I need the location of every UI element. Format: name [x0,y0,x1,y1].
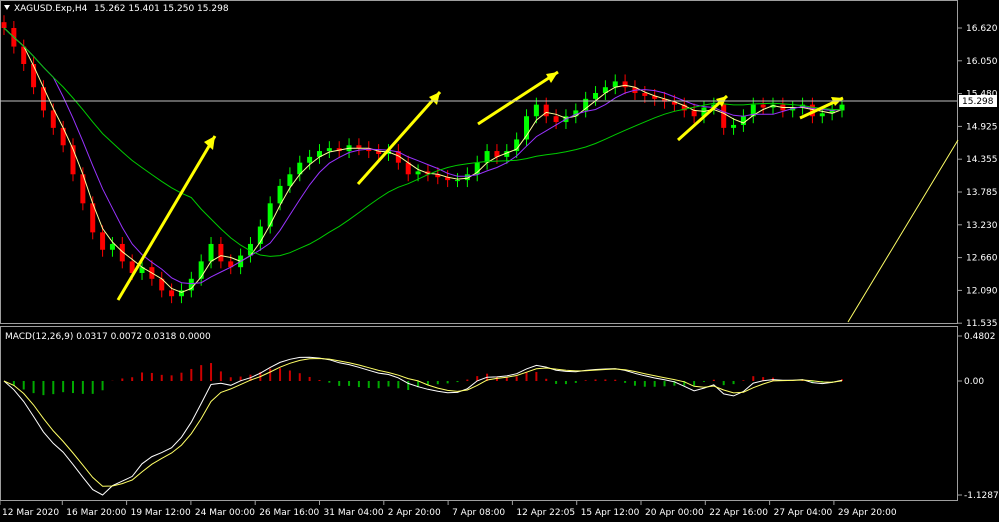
candle-body [218,243,224,262]
moving-averages [3,27,843,293]
macd-main-line [3,356,843,496]
candle-body [642,93,648,96]
candle-body [169,290,175,297]
price-tick: 11.535 [966,319,998,329]
price-axis[interactable]: 16.62016.05015.48014.92514.35513.78513.2… [958,24,998,329]
price-tick: 14.925 [966,122,998,132]
candle-body [100,232,106,250]
candle-body [326,148,332,152]
price-tick: 13.785 [966,188,998,198]
price-tick: 12.090 [966,286,998,296]
time-label: 31 Mar 04:00 [324,508,384,518]
ohlc-values: 15.262 15.401 15.250 15.298 [94,4,229,14]
time-label: 7 Apr 08:00 [452,508,505,518]
candle-body [721,104,727,128]
price-chart[interactable]: XAGUSD.Exp,H4 15.262 15.401 15.250 15.29… [0,0,999,522]
candle-body [543,104,549,117]
ma-slow-line [3,27,843,257]
time-label: 15 Apr 12:00 [581,508,640,518]
macd-tick: -1.1287 [964,491,999,501]
candle-body [819,113,825,117]
candle-body [307,156,313,163]
candle-body [593,93,599,99]
candle-body [691,110,697,117]
trendline-drawing[interactable] [847,139,959,323]
symbol-label: XAGUSD.Exp,H4 [14,4,88,14]
candle-body [553,116,559,123]
candle-body [287,174,293,186]
time-label: 20 Apr 00:00 [645,508,704,518]
macd-histogram [12,363,843,396]
candle-body [31,63,37,88]
time-label: 26 Mar 16:00 [259,508,319,518]
candle-body [455,180,461,182]
candle-body [277,185,283,204]
current-price-label: 15.298 [962,97,994,107]
candle-body [760,104,766,108]
time-label: 22 Apr 16:00 [709,508,768,518]
macd-tick: 0.00 [964,377,984,387]
price-tick: 13.230 [966,221,998,231]
ma-medium-line [3,27,843,285]
price-tick: 16.050 [966,57,998,67]
macd-panel-border [0,326,958,501]
time-label: 29 Apr 20:00 [838,508,897,518]
candle-body [533,104,539,117]
candle-body [50,110,56,128]
candle-body [1,22,7,28]
collapse-triangle-icon[interactable] [4,5,10,10]
time-label: 27 Apr 04:00 [774,508,833,518]
candle-body [415,171,421,175]
macd-signal-line [3,357,843,487]
macd-tick: 0.4802 [964,332,996,342]
candles [1,15,845,304]
candle-body [267,203,273,227]
price-tick: 14.355 [966,155,998,165]
macd-label: MACD(12,26,9) 0.0317 0.0072 0.0318 0.000… [5,332,211,342]
time-label: 12 Apr 22:05 [516,508,575,518]
price-tick: 12.660 [966,254,998,264]
price-tick: 16.620 [966,24,998,34]
candle-body [612,81,618,88]
ma-fast-line [3,27,843,293]
trend-arrows [116,70,844,301]
candle-body [740,116,746,125]
time-label: 16 Mar 20:00 [66,508,126,518]
macd-axis[interactable]: 0.4802 0.00 -1.1287 [958,332,999,501]
chart-window[interactable]: XAGUSD.Exp,H4 15.262 15.401 15.250 15.29… [0,0,999,522]
time-label: 12 Mar 2020 [2,508,59,518]
time-axis[interactable]: 12 Mar 2020 16 Mar 20:00 19 Mar 12:00 24 Ma… [0,501,897,518]
candle-body [731,124,737,128]
candle-body [208,243,214,262]
candle-body [109,243,115,250]
time-label: 2 Apr 20:00 [388,508,441,518]
candle-body [622,81,628,88]
window-corner-control[interactable] [961,0,999,10]
time-label: 19 Mar 12:00 [131,508,191,518]
macd-lines [3,356,843,496]
time-label: 24 Mar 00:00 [195,508,255,518]
